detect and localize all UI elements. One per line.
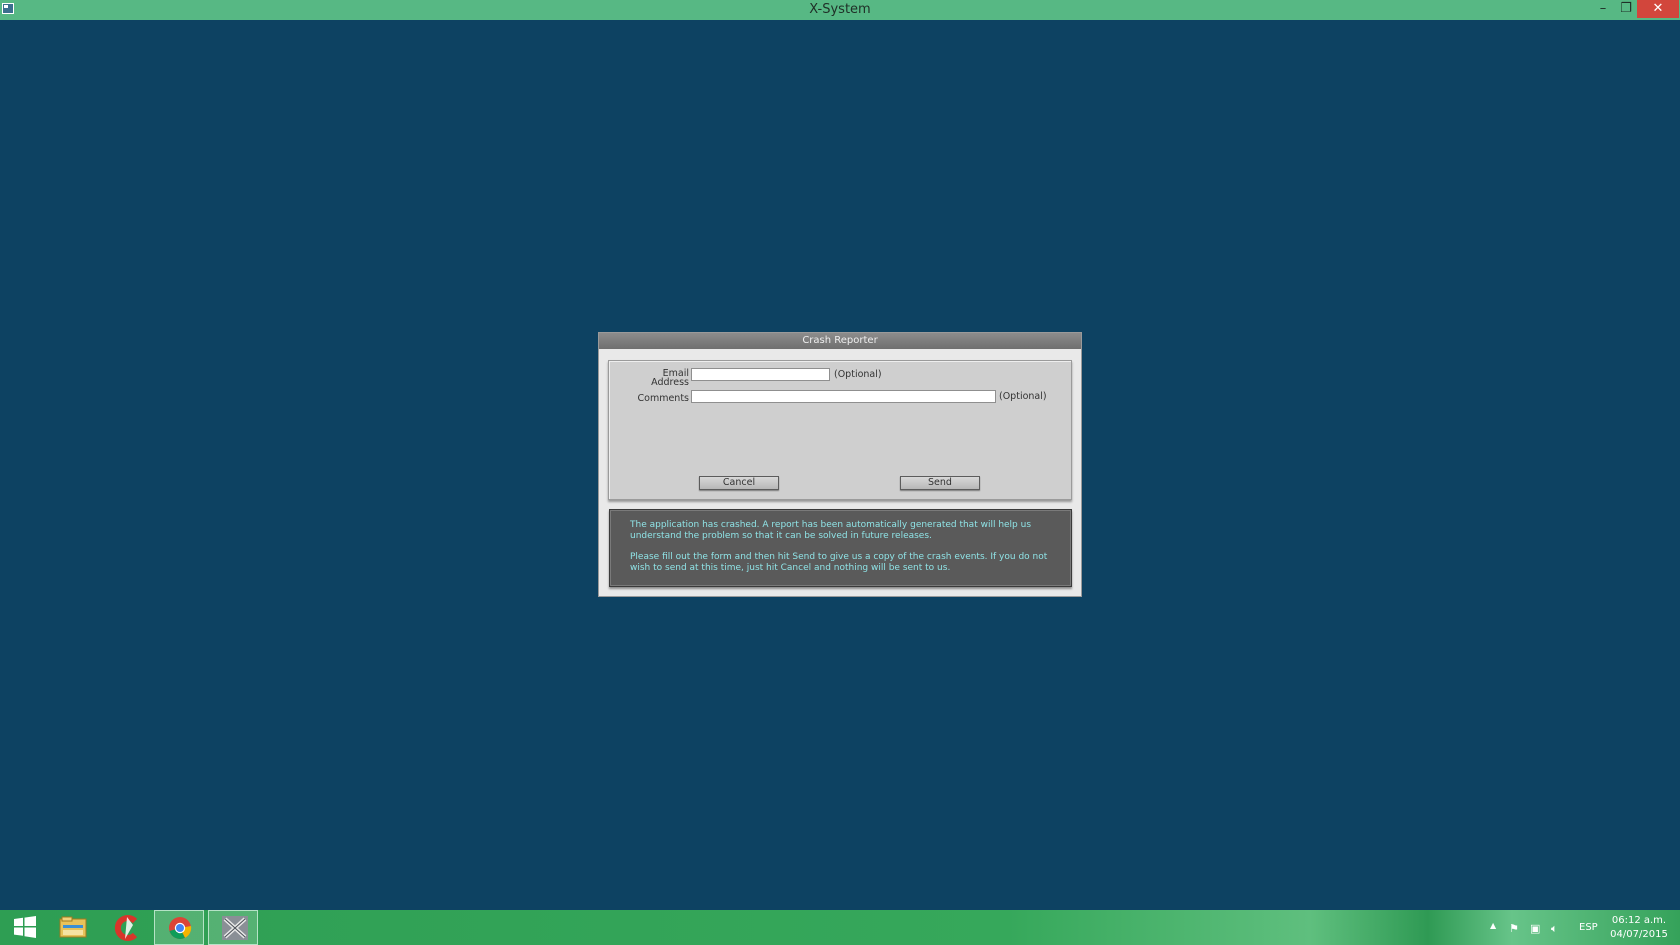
clock-date: 04/07/2015 xyxy=(1610,929,1668,940)
clock[interactable]: 06:12 a.m. 04/07/2015 xyxy=(1604,914,1674,942)
language-indicator[interactable]: ESP xyxy=(1579,922,1598,933)
close-button[interactable]: ✕ xyxy=(1637,0,1679,18)
windows-start-icon xyxy=(14,916,36,938)
start-button[interactable] xyxy=(0,910,50,945)
ccleaner-icon xyxy=(114,915,138,941)
chrome-icon xyxy=(169,917,192,939)
comments-optional-label: (Optional) xyxy=(999,391,1047,402)
form-panel: Email Address (Optional) Comments (Optio… xyxy=(608,360,1072,500)
crash-message-text: The application has crashed. A report ha… xyxy=(630,520,1032,541)
x-system-icon xyxy=(222,916,248,940)
taskbar xyxy=(0,910,1680,945)
taskbar-ccleaner[interactable] xyxy=(100,910,150,945)
taskbar-chrome[interactable] xyxy=(154,910,204,945)
send-button[interactable]: Send xyxy=(900,476,980,490)
window-title: X-System xyxy=(809,2,871,17)
email-optional-label: (Optional) xyxy=(834,369,882,380)
cancel-button[interactable]: Cancel xyxy=(699,476,779,490)
volume-icon[interactable]: 🔈︎ xyxy=(1551,922,1558,936)
window-titlebar: X-System – ❐ ✕ xyxy=(0,0,1680,20)
crash-instructions-text: Please fill out the form and then hit Se… xyxy=(630,552,1048,573)
crash-message-panel: The application has crashed. A report ha… xyxy=(609,509,1072,587)
dialog-title: Crash Reporter xyxy=(599,333,1081,349)
clock-time: 06:12 a.m. xyxy=(1611,915,1667,926)
comments-field[interactable] xyxy=(691,390,996,403)
file-explorer-icon xyxy=(59,916,87,938)
email-label: Email Address xyxy=(651,368,689,388)
crash-reporter-dialog: Crash Reporter Email Address (Optional) … xyxy=(599,333,1081,596)
show-hidden-icons-icon[interactable]: ▲ xyxy=(1490,921,1496,930)
action-center-flag-icon[interactable]: ⚑ xyxy=(1509,922,1519,935)
taskbar-x-system[interactable] xyxy=(208,910,258,945)
comments-label: Comments xyxy=(637,393,690,404)
network-icon[interactable]: ▣ xyxy=(1530,922,1540,935)
email-field[interactable] xyxy=(691,368,830,381)
taskbar-file-explorer[interactable] xyxy=(46,910,96,945)
